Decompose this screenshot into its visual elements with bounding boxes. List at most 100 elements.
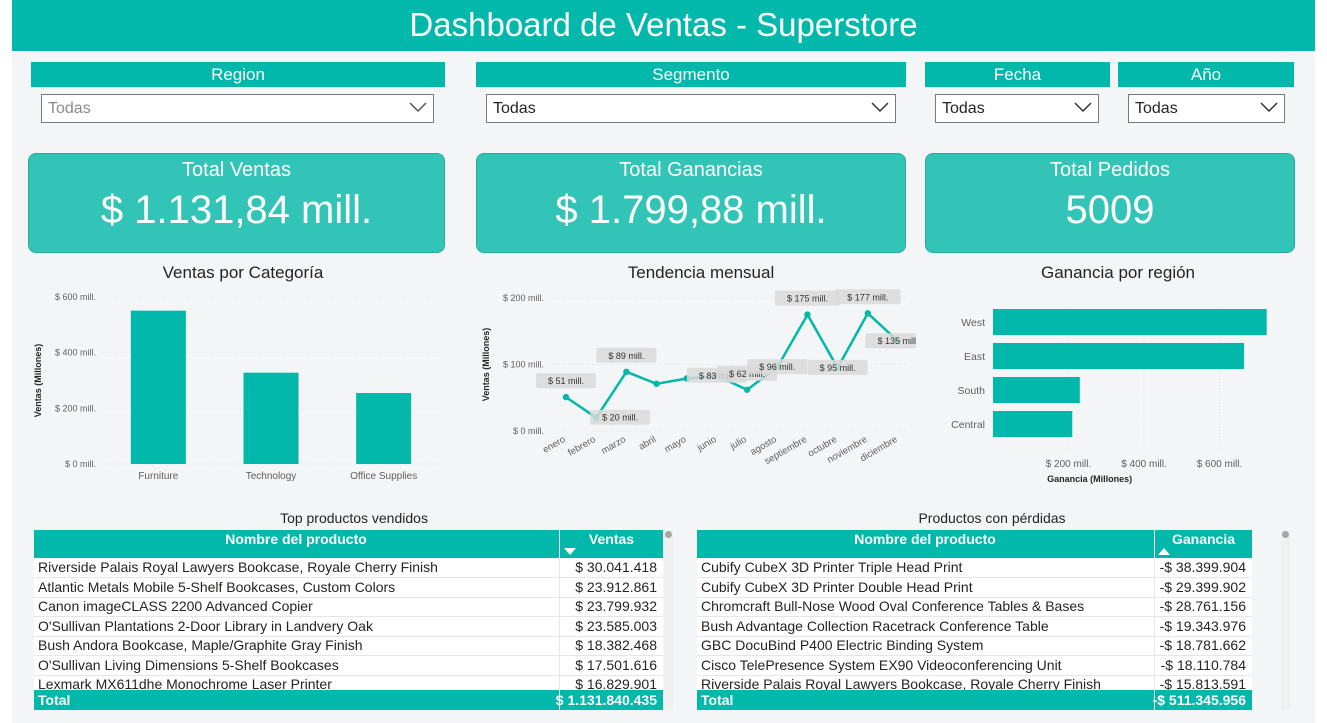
region-bar-chart: $ 200 mill. $ 400 mill. $ 600 mill. Gananci… xyxy=(951,307,1267,484)
data-point xyxy=(743,386,751,393)
y-tick-label: West xyxy=(961,317,985,329)
top-products-scrollbar[interactable] xyxy=(664,530,673,710)
table-row[interactable]: Cubify CubeX 3D Printer Triple Head Prin… xyxy=(697,558,1252,578)
table-row[interactable]: Riverside Palais Royal Lawyers Bookcase,… xyxy=(34,558,663,578)
table-row[interactable]: Cubify CubeX 3D Printer Double Head Prin… xyxy=(697,577,1252,598)
bar xyxy=(243,372,299,464)
column-separator xyxy=(559,597,560,616)
column-separator xyxy=(559,558,560,577)
y-axis-label: Ventas (Millones) xyxy=(33,344,43,418)
column-header-product[interactable]: Nombre del producto xyxy=(697,530,1153,558)
data-point xyxy=(864,310,872,317)
value-cell: -$ 28.761.156 xyxy=(1159,598,1246,614)
value-cell: $ 16.829.901 xyxy=(575,676,657,690)
table-body: Riverside Palais Royal Lawyers Bookcase,… xyxy=(34,558,663,690)
table-row[interactable]: Chromcraft Bull-Nose Wood Oval Conferenc… xyxy=(697,597,1252,617)
scrollbar-thumb[interactable] xyxy=(1282,531,1289,538)
y-axis-label: Ventas (Millones) xyxy=(481,328,491,402)
column-header-product[interactable]: Nombre del producto xyxy=(34,530,558,558)
date-dropdown[interactable]: Todas xyxy=(935,94,1099,123)
chart-title-mensual: Tendencia mensual xyxy=(627,263,775,282)
bar xyxy=(993,377,1080,403)
scrollbar-thumb[interactable] xyxy=(665,531,672,538)
kpi-value: $ 1.131,84 mill. xyxy=(100,188,373,232)
x-tick-label: marzo xyxy=(599,434,627,457)
data-label: $ 175 mill. xyxy=(787,294,828,304)
product-name-cell: Cisco TelePresence System EX90 Videoconf… xyxy=(701,656,1062,673)
table-total-row: Total $ 1.131.840.435 xyxy=(34,690,663,710)
product-name-cell: GBC DocuBind P400 Electric Binding Syste… xyxy=(701,637,984,653)
table-row[interactable]: Cisco TelePresence System EX90 Videoconf… xyxy=(697,655,1252,676)
value-cell: $ 17.501.616 xyxy=(575,656,657,673)
year-dropdown[interactable]: Todas xyxy=(1128,94,1285,123)
date-slicer-title: Fecha xyxy=(925,62,1110,87)
table-row[interactable]: GBC DocuBind P400 Electric Binding Syste… xyxy=(697,636,1252,656)
x-tick-label: $ 200 mill. xyxy=(1046,459,1092,470)
y-tick-label: $ 0 mill. xyxy=(65,459,96,469)
x-tick-label: Office Supplies xyxy=(350,471,417,482)
x-tick-label: $ 400 mill. xyxy=(1121,459,1167,470)
table-row[interactable]: O'Sullivan Living Dimensions 5-Shelf Boo… xyxy=(34,655,663,676)
x-tick-label: julio xyxy=(728,434,749,452)
table-body: Cubify CubeX 3D Printer Triple Head Prin… xyxy=(697,558,1252,690)
year-dropdown-value: Todas xyxy=(1135,100,1178,117)
x-tick-label: junio xyxy=(695,434,719,454)
table-row[interactable]: Bush Advantage Collection Racetrack Conf… xyxy=(697,616,1252,637)
table-row[interactable]: Canon imageCLASS 2200 Advanced Copier $ 2… xyxy=(34,597,663,617)
product-name-cell: Cubify CubeX 3D Printer Triple Head Prin… xyxy=(701,559,963,575)
table-row[interactable]: Atlantic Metals Mobile 5-Shelf Bookcases… xyxy=(34,577,663,598)
column-separator xyxy=(1154,675,1155,690)
column-separator xyxy=(1154,597,1155,616)
top-products-title: Top productos vendidos xyxy=(280,510,428,526)
column-separator xyxy=(559,577,560,597)
x-tick-label: Furniture xyxy=(138,471,178,482)
kpi-card-total-ganancias: Total Ganancias $ 1.799,88 mill. xyxy=(476,153,906,253)
x-tick-label: abril xyxy=(637,434,658,453)
table-row[interactable]: Bush Andora Bookcase, Maple/Graphite Gra… xyxy=(34,636,663,656)
column-header-label: Ventas xyxy=(588,531,635,547)
sort-ascending-icon[interactable] xyxy=(1158,548,1170,556)
value-cell: -$ 15.813.591 xyxy=(1159,676,1246,690)
product-name-cell: Lexmark MX611dhe Monochrome Laser Printe… xyxy=(38,676,332,690)
y-tick-label: $ 400 mill. xyxy=(55,348,96,358)
segment-slicer-title: Segmento xyxy=(476,62,906,87)
column-separator xyxy=(559,636,560,655)
kpi-card-total-ventas: Total Ventas $ 1.131,84 mill. xyxy=(28,153,445,253)
column-separator xyxy=(1154,655,1155,675)
y-tick-label: Central xyxy=(951,419,985,431)
loss-products-scrollbar[interactable] xyxy=(1281,530,1290,710)
value-cell: $ 23.912.861 xyxy=(575,578,657,595)
bar xyxy=(993,309,1267,335)
column-separator xyxy=(559,655,560,675)
x-axis-label: Ganancia (Millones) xyxy=(1047,474,1132,484)
table-row[interactable]: Riverside Palais Royal Lawyers Bookcase,… xyxy=(697,675,1252,690)
kpi-title: Total Pedidos xyxy=(1049,159,1171,181)
chevron-down-icon xyxy=(871,102,889,113)
product-name-cell: Bush Advantage Collection Racetrack Conf… xyxy=(701,617,1049,634)
bar xyxy=(993,411,1073,437)
value-cell: $ 18.382.468 xyxy=(575,637,657,653)
y-tick-label: $ 200 mill. xyxy=(55,403,96,413)
table-row[interactable]: O'Sullivan Plantations 2-Door Library in… xyxy=(34,616,663,637)
segment-dropdown[interactable]: Todas xyxy=(486,94,896,123)
product-name-cell: O'Sullivan Living Dimensions 5-Shelf Boo… xyxy=(38,656,339,673)
y-tick-label: $ 100 mill. xyxy=(503,360,544,370)
total-value: -$ 511.345.956 xyxy=(1152,692,1246,708)
product-name-cell: O'Sullivan Plantations 2-Door Library in… xyxy=(38,617,373,634)
value-cell: $ 23.799.932 xyxy=(575,598,657,614)
sort-descending-icon[interactable] xyxy=(564,548,576,556)
x-tick-label: enero xyxy=(541,434,568,456)
category-bar-chart: $ 0 mill. $ 200 mill. $ 400 mill. $ 600 mil… xyxy=(33,292,440,482)
date-dropdown-value: Todas xyxy=(942,100,985,117)
top-products-table: Nombre del producto Ventas Riverside Pal… xyxy=(34,530,663,710)
y-tick-label: East xyxy=(964,351,985,363)
product-name-cell: Riverside Palais Royal Lawyers Bookcase,… xyxy=(701,676,1101,690)
total-label: Total xyxy=(701,692,734,708)
region-dropdown[interactable]: Todas xyxy=(41,94,434,123)
table-row[interactable]: Lexmark MX611dhe Monochrome Laser Printe… xyxy=(34,675,663,690)
value-cell: -$ 18.781.662 xyxy=(1159,637,1246,653)
column-header-label: Ganancia xyxy=(1171,531,1236,547)
monthly-line-chart: $ 0 mill. $ 100 mill. $ 200 mill. Ventas (M… xyxy=(481,289,916,467)
bar xyxy=(130,310,186,464)
product-name-cell: Atlantic Metals Mobile 5-Shelf Bookcases… xyxy=(38,578,396,595)
